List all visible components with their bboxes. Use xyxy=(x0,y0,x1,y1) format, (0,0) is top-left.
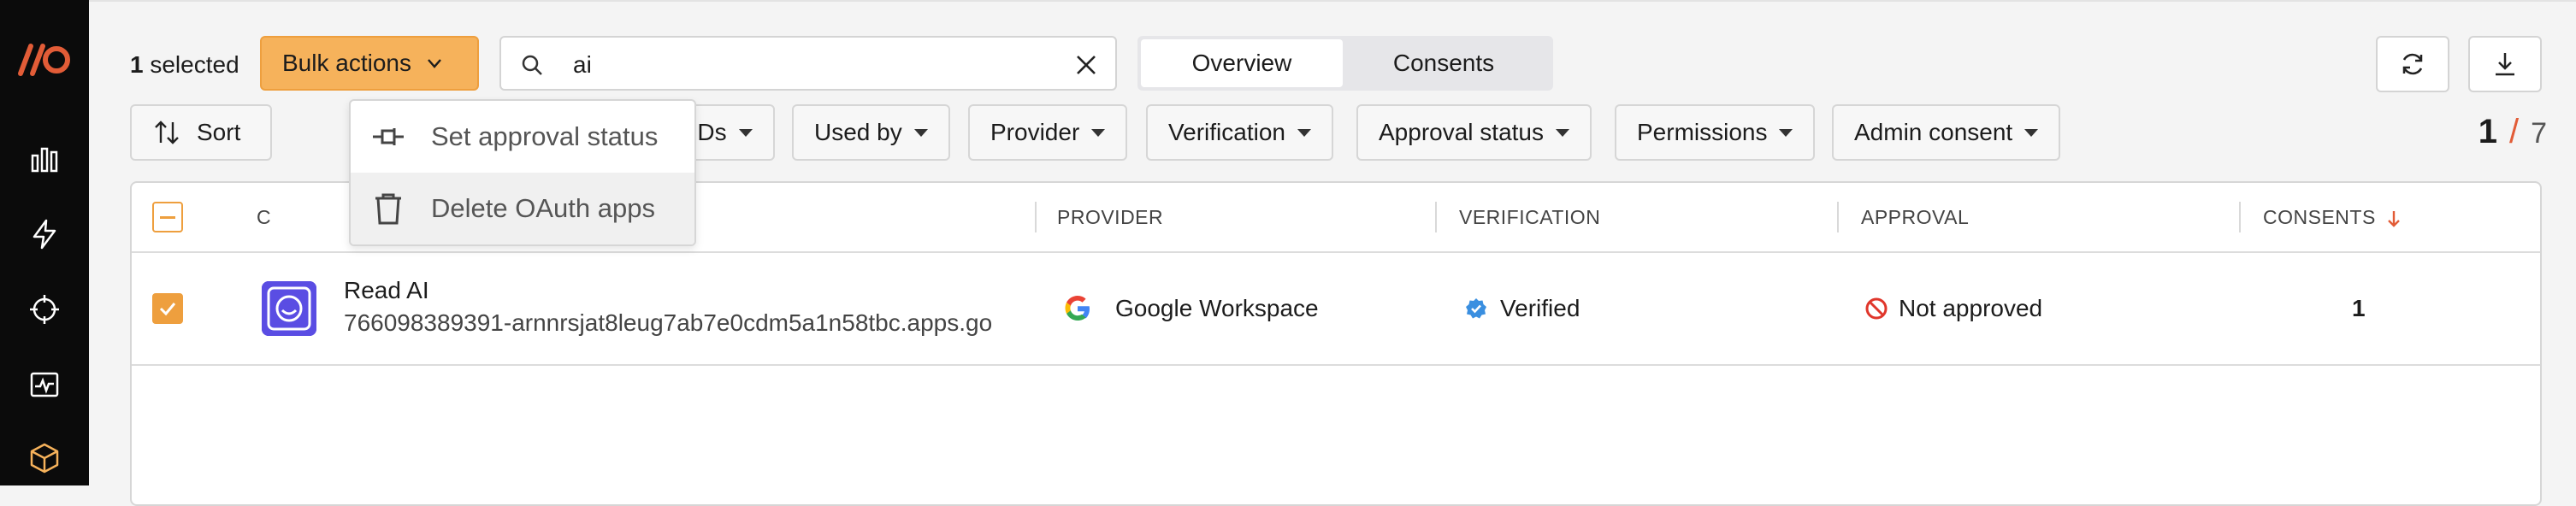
column-header-consents[interactable]: CONSENTS xyxy=(2263,183,2402,251)
filter-label: Approval status xyxy=(1379,119,1544,145)
consents-count: 1 xyxy=(2352,295,2366,321)
caret-down-icon xyxy=(1297,128,1311,137)
bulk-actions-label: Bulk actions xyxy=(282,50,411,76)
sort-desc-icon xyxy=(2387,210,2400,227)
approval-status-icon xyxy=(373,128,404,145)
filter-provider[interactable]: Provider xyxy=(968,104,1128,161)
page-separator: / xyxy=(2508,113,2520,150)
filter-verification[interactable]: Verification xyxy=(1146,104,1333,161)
trash-icon xyxy=(375,193,401,225)
column-divider xyxy=(1035,202,1037,232)
column-header-provider[interactable]: PROVIDER xyxy=(1057,183,1163,251)
check-icon xyxy=(159,303,176,316)
sort-button[interactable]: Sort xyxy=(130,104,272,161)
caret-down-icon xyxy=(738,128,753,137)
tab-overview[interactable]: Overview xyxy=(1141,39,1343,87)
filter-used-by[interactable]: Used by xyxy=(792,104,950,161)
menu-item-delete-oauth-apps[interactable]: Delete OAuth apps xyxy=(351,173,694,244)
sidebar-nav xyxy=(0,0,89,485)
filter-label: Admin consent xyxy=(1854,119,2013,145)
provider-name: Google Workspace xyxy=(1115,295,1319,321)
filter-admin-consent[interactable]: Admin consent xyxy=(1832,104,2061,161)
caret-down-icon xyxy=(1091,128,1106,137)
column-header-approval[interactable]: APPROVAL xyxy=(1861,183,1969,251)
logo[interactable] xyxy=(17,43,72,77)
page-current: 1 xyxy=(2478,113,2497,150)
download-icon xyxy=(2496,53,2514,76)
bulk-actions-menu: Set approval status Delete OAuth apps xyxy=(349,99,696,246)
search-input[interactable]: ai xyxy=(499,36,1117,91)
menu-item-set-approval-status[interactable]: Set approval status xyxy=(351,101,694,173)
row-checkbox[interactable] xyxy=(152,293,183,324)
app-name[interactable]: Read AI xyxy=(344,275,429,306)
activity-icon[interactable] xyxy=(27,368,62,402)
filter-approval-status[interactable]: Approval status xyxy=(1356,104,1592,161)
column-header-consents-label: CONSENTS xyxy=(2263,206,2376,228)
not-approved-icon xyxy=(1864,297,1888,321)
refresh-icon xyxy=(2402,53,2423,75)
sort-label: Sort xyxy=(197,119,241,145)
column-divider xyxy=(1435,202,1437,232)
menu-item-label: Set approval status xyxy=(431,121,659,151)
search-value: ai xyxy=(573,51,592,78)
main-content: 1 selected Bulk actions ai Overview Cons… xyxy=(89,0,2576,506)
verified-badge-icon xyxy=(1464,297,1488,321)
filter-label: Used by xyxy=(814,119,902,145)
bulk-actions-button[interactable]: Bulk actions xyxy=(260,36,479,91)
filter-label: Provider xyxy=(990,119,1080,145)
divider xyxy=(89,0,2576,2)
caret-down-icon xyxy=(1779,128,1793,137)
approval-status: Not approved xyxy=(1899,295,2043,321)
verification-status: Verified xyxy=(1500,295,1580,321)
google-icon xyxy=(1062,293,1093,324)
download-button[interactable] xyxy=(2468,36,2542,92)
refresh-button[interactable] xyxy=(2376,36,2449,92)
sort-icon xyxy=(155,121,179,144)
pagination: 1 / 7 xyxy=(2479,108,2547,157)
caret-down-icon xyxy=(1556,128,1569,137)
selection-count: 1 selected xyxy=(130,51,239,78)
column-header-verification[interactable]: VERIFICATION xyxy=(1459,183,1600,251)
clear-search-icon[interactable] xyxy=(1074,53,1098,77)
search-icon xyxy=(522,55,542,75)
app-id: 766098389391-arnnrsjat8leug7ab7e0cdm5a1n… xyxy=(344,309,993,336)
table-row[interactable]: Read AI 766098389391-arnnrsjat8leug7ab7e… xyxy=(132,253,2540,366)
column-divider xyxy=(1837,202,1839,232)
select-all-checkbox[interactable] xyxy=(152,202,183,232)
column-header-name[interactable]: C xyxy=(257,183,271,251)
page-total: 7 xyxy=(2531,117,2547,150)
menu-item-label: Delete OAuth apps xyxy=(431,193,655,223)
filter-label: Permissions xyxy=(1637,119,1768,145)
analytics-icon[interactable] xyxy=(27,142,62,176)
column-divider xyxy=(2239,202,2241,232)
caret-down-icon xyxy=(2024,128,2039,137)
chevron-down-icon xyxy=(428,59,441,68)
tab-consents[interactable]: Consents xyxy=(1343,39,1545,87)
filter-label: Verification xyxy=(1168,119,1285,145)
caret-down-icon xyxy=(913,128,928,137)
crosshair-icon[interactable] xyxy=(27,292,62,327)
view-tabs: Overview Consents xyxy=(1137,36,1553,91)
package-icon[interactable] xyxy=(27,441,62,475)
app-icon xyxy=(262,281,316,336)
filter-permissions[interactable]: Permissions xyxy=(1615,104,1816,161)
bolt-icon[interactable] xyxy=(27,217,62,251)
